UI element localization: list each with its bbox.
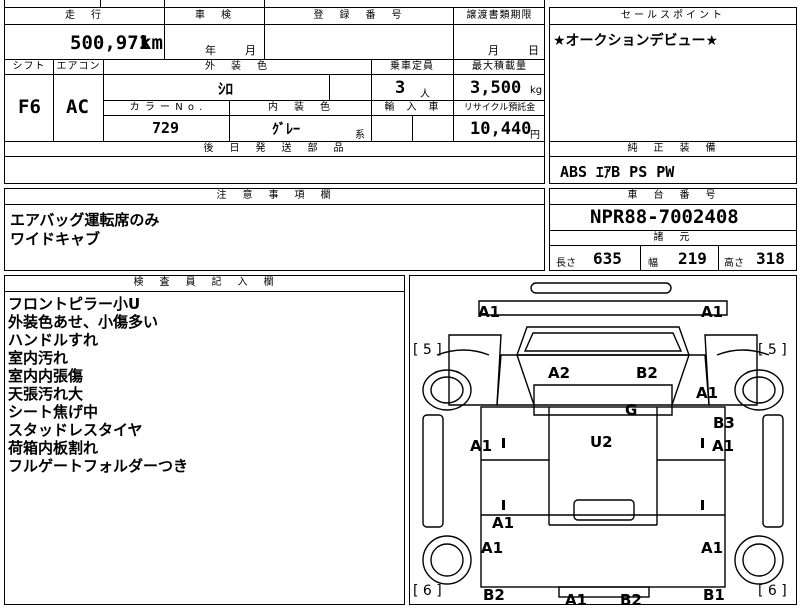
tire-tread-rear-left: [ 6 ]: [413, 583, 442, 599]
inspection-year-unit: 年: [205, 44, 216, 57]
damage-mark: A1: [701, 303, 724, 321]
tire-tread-front-left: [ 5 ]: [413, 342, 442, 358]
interior-color-suffix: 系: [355, 130, 365, 141]
inspector-label: 検 査 員 記 入 欄: [133, 277, 277, 288]
inspection-month-unit: 月: [245, 44, 256, 57]
sales-point-label: セールスポイント: [621, 10, 725, 21]
damage-mark: A1: [696, 384, 719, 402]
interior-color-label: 内 装 色: [268, 102, 333, 113]
capacity-label: 乗車定員: [390, 61, 434, 72]
spec-label: 諸 元: [653, 232, 693, 243]
damage-mark: B2: [483, 586, 505, 604]
width-value: 219: [678, 249, 707, 268]
shift-value: F6: [18, 96, 41, 118]
chassis-label: 車 台 番 号: [627, 190, 719, 201]
sales-point-text: ★オークションデビュー★: [553, 33, 719, 49]
damage-mark: B2: [620, 591, 642, 609]
transfer-day-unit: 日: [528, 44, 539, 57]
damage-mark: A1: [481, 539, 504, 557]
exterior-color-value: ｼﾛ: [218, 80, 234, 98]
damage-mark: A1: [492, 514, 515, 532]
ac-value: AC: [66, 96, 89, 118]
capacity-unit: 人: [420, 89, 430, 100]
after-send-parts-label: 後 日 発 送 部 品: [203, 143, 347, 154]
damage-mark: A1: [565, 591, 588, 609]
inspector-line: フルゲートフォルダーつき: [8, 457, 189, 475]
transfer-month-unit: 月: [488, 44, 499, 57]
damage-mark: A1: [701, 539, 724, 557]
width-label: 幅: [648, 258, 658, 269]
height-label: 高さ: [724, 258, 744, 269]
equipment-text: ABS ｴｱB PS PW: [560, 163, 675, 181]
inspection-label: 車 検: [195, 10, 234, 21]
damage-mark: A1: [470, 437, 493, 455]
tire-tread-front-right: [ 5 ]: [758, 342, 787, 358]
max-load-unit: kg: [530, 85, 543, 96]
exterior-color-label: 外 装 色: [205, 61, 270, 72]
damage-mark: B3: [713, 414, 735, 432]
notes-line-2: ワイドキャブ: [10, 230, 101, 248]
damage-mark: A1: [712, 437, 735, 455]
notes-line-1: エアバッグ運転席のみ: [10, 211, 160, 229]
color-no-label: カ ラ ー N o .: [129, 102, 204, 113]
damage-mark: B2: [636, 364, 658, 382]
damage-mark: U2: [590, 433, 613, 451]
ac-label: エアコン: [56, 61, 101, 72]
transfer-deadline-label: 譲渡書類期限: [466, 10, 533, 21]
chassis-number: NPR88-7002408: [590, 206, 739, 228]
max-load-label: 最大積載量: [472, 61, 527, 72]
mileage-label: 走 行: [65, 10, 104, 21]
damage-mark: A1: [478, 303, 501, 321]
equipment-label: 純 正 装 備: [627, 143, 719, 154]
capacity-value: 3: [395, 78, 406, 98]
tire-tread-rear-right: [ 6 ]: [758, 583, 787, 599]
color-no-value: 729: [152, 119, 180, 137]
shift-label: シフト: [12, 61, 46, 72]
length-value: 635: [593, 249, 622, 268]
damage-mark: A2: [548, 364, 571, 382]
registration-label: 登 録 番 号: [313, 10, 405, 21]
notes-label: 注 意 事 項 欄: [216, 190, 334, 201]
recycle-unit: 円: [530, 130, 540, 141]
max-load-value: 3,500: [470, 78, 522, 98]
interior-color-value: ｸﾞﾚｰ: [272, 122, 300, 138]
length-label: 長さ: [556, 258, 576, 269]
height-value: 318: [756, 249, 785, 268]
mileage-value: 500,971: [70, 32, 151, 54]
recycle-value: 10,440: [470, 119, 532, 139]
recycle-label: リサイクル預託金: [463, 103, 536, 113]
damage-mark: B1: [703, 586, 725, 604]
damage-mark: G: [625, 401, 638, 419]
import-label: 輸 入 車: [384, 102, 440, 113]
mileage-unit: km: [140, 32, 163, 54]
